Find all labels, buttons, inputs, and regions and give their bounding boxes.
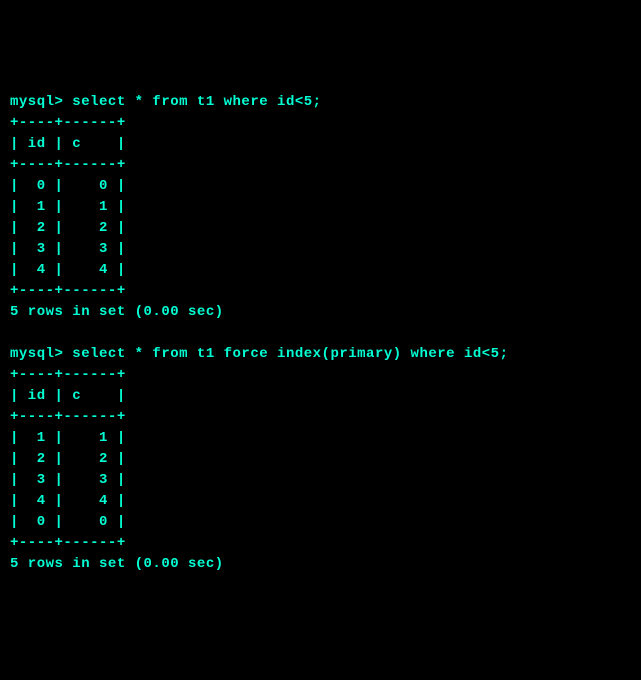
terminal-output: mysql> select * from t1 where id<5; +---… xyxy=(10,92,631,575)
